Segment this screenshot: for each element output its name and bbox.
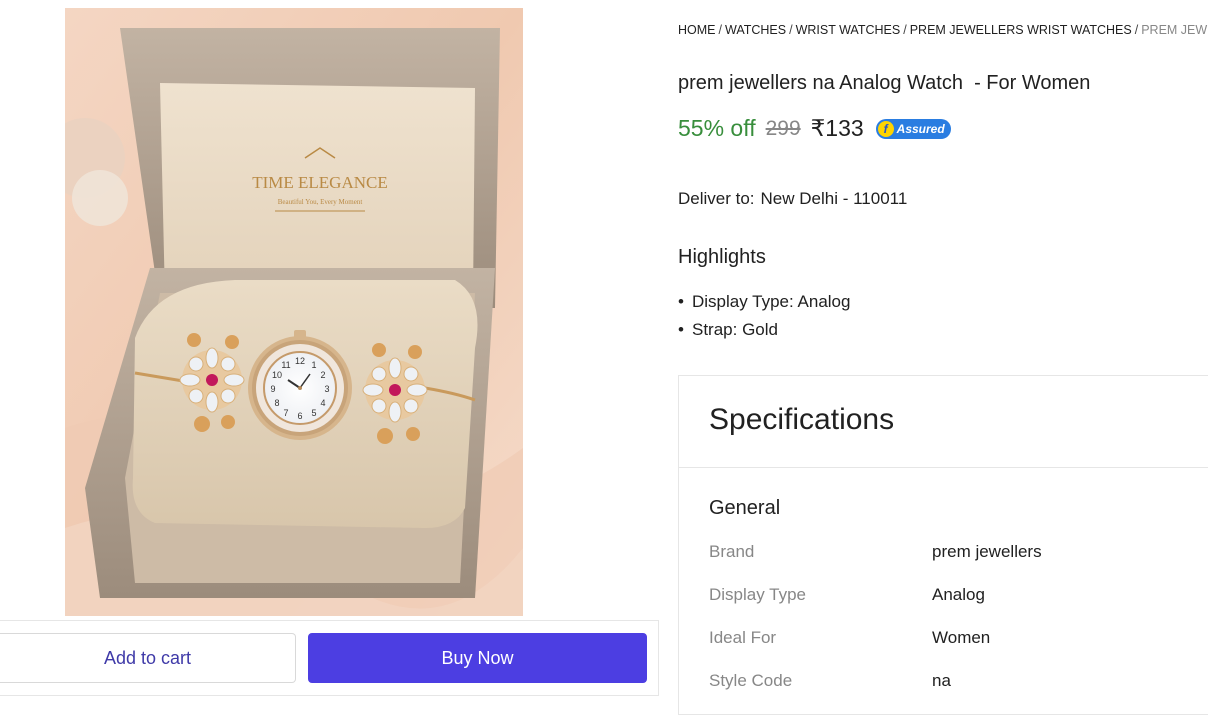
bullet-icon: • xyxy=(678,292,684,311)
svg-text:11: 11 xyxy=(281,360,290,370)
specifications-header: Specifications xyxy=(679,376,1208,468)
breadcrumb-current: PREM JEW xyxy=(1141,23,1208,37)
product-image[interactable]: TIME ELEGANCE Beautiful You, Every Momen… xyxy=(65,8,523,616)
box-tagline-text: Beautiful You, Every Moment xyxy=(278,198,363,206)
assured-label: Assured xyxy=(896,121,945,136)
specifications-card: Specifications General Brand prem jewell… xyxy=(678,375,1208,715)
spec-value: Women xyxy=(932,628,991,647)
buy-now-button[interactable]: Buy Now xyxy=(308,633,647,683)
action-bar: Add to cart Buy Now xyxy=(0,620,659,696)
box-brand-text: TIME ELEGANCE xyxy=(252,173,388,192)
svg-text:8: 8 xyxy=(274,398,279,408)
discount-label: 55% off xyxy=(678,115,756,141)
delivery-info[interactable]: Deliver to: New Delhi - 110011 xyxy=(678,189,907,209)
svg-text:10: 10 xyxy=(272,370,282,380)
original-price: 299 xyxy=(765,116,801,140)
selling-price: ₹133 xyxy=(810,115,864,141)
breadcrumb-separator: / xyxy=(789,23,793,37)
svg-text:4: 4 xyxy=(320,398,325,408)
svg-text:5: 5 xyxy=(311,408,316,418)
assured-logo-icon: f xyxy=(877,120,894,137)
svg-text:9: 9 xyxy=(270,384,275,394)
breadcrumb-separator: / xyxy=(1134,23,1139,37)
highlights-list: • Display Type: Analog • Strap: Gold xyxy=(678,290,850,346)
breadcrumb-separator: / xyxy=(718,23,722,37)
spec-key: Brand xyxy=(709,542,755,561)
breadcrumb-item-home[interactable]: HOME xyxy=(678,23,716,37)
breadcrumb-separator: / xyxy=(903,23,907,37)
svg-text:3: 3 xyxy=(324,384,329,394)
product-title: prem jewellers na Analog Watch - For Wom… xyxy=(678,72,1091,94)
bullet-icon: • xyxy=(678,320,684,339)
svg-text:6: 6 xyxy=(297,411,302,421)
breadcrumb-item-watches[interactable]: WATCHES xyxy=(725,23,786,37)
delivery-location[interactable]: New Delhi - 110011 xyxy=(761,189,908,208)
specifications-title: Specifications xyxy=(709,403,895,436)
highlight-text: Display Type: Analog xyxy=(692,292,851,311)
spec-value: prem jewellers xyxy=(932,542,1042,561)
assured-badge: f Assured xyxy=(875,118,951,139)
highlights-heading: Highlights xyxy=(678,246,766,268)
spec-key: Display Type xyxy=(709,585,807,604)
spec-key: Ideal For xyxy=(709,628,777,647)
highlight-item: • Strap: Gold xyxy=(678,318,850,346)
spec-value: Analog xyxy=(932,585,985,604)
svg-text:7: 7 xyxy=(283,408,288,418)
spec-section-title: General xyxy=(709,497,781,519)
deliver-label: Deliver to: xyxy=(678,189,755,208)
svg-text:1: 1 xyxy=(311,360,316,370)
highlight-item: • Display Type: Analog xyxy=(678,290,850,318)
add-to-cart-button[interactable]: Add to cart xyxy=(0,633,296,683)
price-row: 55% off 299 ₹133 f Assured xyxy=(678,115,951,142)
product-photo: TIME ELEGANCE Beautiful You, Every Momen… xyxy=(65,8,523,616)
spec-value: na xyxy=(932,671,951,690)
highlight-text: Strap: Gold xyxy=(692,320,778,339)
breadcrumb: HOME / WATCHES / WRIST WATCHES / PREM JEWELLER… xyxy=(678,23,1207,37)
svg-text:12: 12 xyxy=(295,356,305,366)
spec-key: Style Code xyxy=(709,671,793,690)
breadcrumb-item-wrist-watches[interactable]: WRIST WATCHES xyxy=(796,23,901,37)
breadcrumb-item-brand-watches[interactable]: PREM JEWELLERS WRIST WATCHES xyxy=(910,23,1132,37)
svg-text:2: 2 xyxy=(320,370,325,380)
